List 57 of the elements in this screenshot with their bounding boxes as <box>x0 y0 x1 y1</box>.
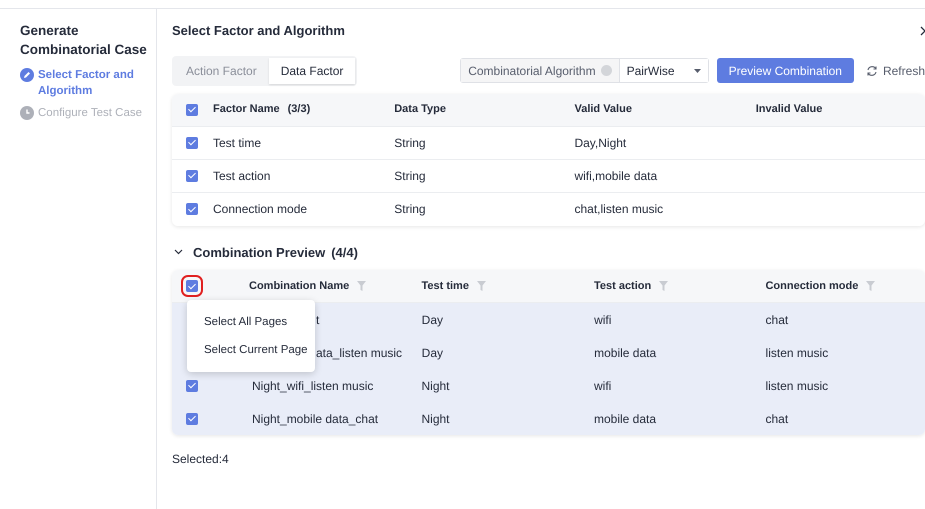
column-header: Factor Name <box>213 103 280 116</box>
table-cell: Night <box>422 378 450 392</box>
table-cell: listen music <box>766 346 828 360</box>
column-header: Data Type <box>394 103 446 116</box>
table-cell: Test action <box>213 168 270 182</box>
field-label: Combinatorial Algorithm <box>468 62 596 80</box>
table-cell: wifi,mobile data <box>574 168 658 182</box>
table-cell: ata_listen music <box>316 346 402 360</box>
table-cell: String <box>394 168 426 182</box>
count-label: (4/4) <box>331 244 358 262</box>
column-header: Test action <box>594 278 652 294</box>
refresh-button[interactable]: Refresh <box>862 62 925 80</box>
checkbox[interactable] <box>186 412 198 424</box>
column-header: Valid Value <box>574 103 632 116</box>
table-cell: Night_wifi_listen music <box>252 378 374 392</box>
table-cell: wifi <box>594 378 612 392</box>
select-all-checkbox[interactable] <box>186 104 198 116</box>
algorithm-select[interactable]: Combinatorial Algorithm PairWise <box>460 58 709 83</box>
table-cell: Day <box>422 312 443 326</box>
select-value: PairWise <box>626 62 675 80</box>
selected-count: Selected:4 <box>172 451 230 468</box>
table-cell: Test time <box>213 136 262 150</box>
count-label: (3/3) <box>288 103 310 116</box>
table-cell: chat,listen music <box>574 202 664 216</box>
caret-icon <box>694 68 701 72</box>
column-header: Test time <box>421 278 469 294</box>
table-cell: t <box>316 312 320 326</box>
table-cell: chat <box>765 412 788 426</box>
table-cell: Day <box>422 346 443 360</box>
checkbox[interactable] <box>186 170 198 182</box>
menu-item[interactable]: Select Current Page <box>187 336 315 364</box>
section-title: Combination Preview <box>193 244 326 262</box>
page-title: Generate Combinatorial Case <box>20 22 148 59</box>
table-cell: Connection mode <box>213 202 308 216</box>
table-cell: wifi <box>594 312 612 326</box>
table-cell: mobile data <box>594 412 656 426</box>
chevron-down-icon[interactable] <box>174 249 183 256</box>
checkbox[interactable] <box>186 380 198 392</box>
step-label[interactable]: Select Factor and Algorithm <box>38 67 156 99</box>
table-cell: Night <box>422 412 450 426</box>
table-cell: listen music <box>765 378 828 392</box>
table-cell: Day,Night <box>574 136 626 150</box>
table-cell: String <box>394 136 426 150</box>
table-cell: chat <box>766 312 788 326</box>
table-cell: mobile data <box>594 346 656 360</box>
column-header: Connection mode <box>765 278 858 294</box>
menu-item[interactable]: Select All Pages <box>187 308 315 336</box>
tab[interactable]: Data Factor <box>268 58 356 84</box>
refresh-icon <box>866 64 878 76</box>
table-cell: String <box>394 202 426 216</box>
checkbox[interactable] <box>186 203 198 215</box>
table-cell: Night_mobile data_chat <box>252 412 378 426</box>
column-header: Combination Name <box>249 278 350 294</box>
column-header: Invalid Value <box>756 103 822 116</box>
preview-combination-button[interactable]: Preview Combination <box>716 58 854 83</box>
checkbox[interactable] <box>186 136 198 148</box>
section-title: Select Factor and Algorithm <box>172 22 345 40</box>
